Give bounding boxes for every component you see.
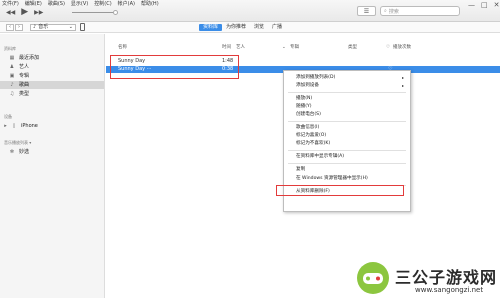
tab-bar: 资料库 为你推荐 浏览 广播: [199, 24, 286, 31]
tab-library[interactable]: 资料库: [199, 24, 223, 31]
music-note-icon: ♪: [10, 82, 14, 88]
disclosure-triangle-icon[interactable]: ▸: [4, 122, 7, 130]
sidebar-item-albums[interactable]: ▣ 专辑: [0, 72, 104, 80]
heart-icon: ♡: [386, 45, 391, 50]
music-note-icon: ♪: [33, 24, 37, 30]
sidebar-item-label: 歌曲: [19, 82, 30, 88]
minimize-button[interactable]: —: [468, 1, 475, 9]
tab-radio[interactable]: 广播: [268, 24, 286, 31]
tab-for-you[interactable]: 为你推荐: [222, 24, 250, 31]
menu-separator: [288, 163, 406, 164]
sidebar-item-label: 最近添加: [19, 55, 40, 61]
sidebar-item-label: 类型: [19, 91, 30, 97]
submenu-arrow-icon: ▸: [401, 75, 404, 80]
menu-account[interactable]: 帐户(A): [118, 1, 135, 8]
submenu-arrow-icon: ▸: [401, 83, 404, 88]
title-bar: 文件(F) 编辑(E) 歌曲(S) 显示(V) 控制(C) 帐户(A) 帮助(H…: [0, 0, 500, 22]
search-field[interactable]: ⌕ 搜索: [380, 6, 460, 16]
menu-item-love[interactable]: 标记为喜爱(O): [284, 132, 410, 139]
menu-item-play[interactable]: 播放(N): [284, 95, 410, 102]
watermark: 三公子游戏网 www.sangongzi.net: [355, 260, 500, 298]
sidebar-item-label: iPhone: [21, 123, 38, 129]
volume-slider[interactable]: [72, 10, 118, 15]
list-icon: ☰: [363, 7, 370, 15]
nav-arrows: ‹ ›: [6, 24, 23, 31]
window-controls: — □ ✕: [468, 1, 500, 9]
menu-item-create-station[interactable]: 创建电台(S): [284, 111, 410, 118]
sort-chevron-icon: ⌄: [282, 45, 286, 50]
sidebar-item-genres[interactable]: ♫ 类型: [0, 90, 104, 98]
menu-item-copy[interactable]: 复制: [284, 166, 410, 173]
play-icon[interactable]: ▶: [21, 7, 28, 17]
playlists-heading[interactable]: 音乐播放列表 ▾: [4, 140, 31, 146]
menu-controls[interactable]: 控制(C): [94, 1, 111, 8]
menu-song[interactable]: 歌曲(S): [48, 1, 65, 8]
sidebar-item-genius[interactable]: ✻ 妙选: [0, 148, 104, 156]
volume-knob[interactable]: [113, 10, 118, 15]
back-button[interactable]: ‹: [6, 24, 14, 31]
list-view-button[interactable]: ☰: [357, 6, 376, 16]
menu-item-add-to-playlist[interactable]: 添加到播放列表(D) ▸: [284, 74, 410, 81]
highlight-box-songs: [110, 55, 239, 79]
iphone-icon: ▯: [12, 123, 16, 129]
previous-icon[interactable]: ◀◀: [6, 9, 15, 16]
column-name[interactable]: 名称: [118, 44, 127, 51]
close-button[interactable]: ✕: [494, 1, 500, 9]
column-genre[interactable]: 类型: [348, 44, 357, 51]
sidebar-item-artists[interactable]: ♟ 艺人: [0, 63, 104, 71]
sidebar-item-iphone[interactable]: ▸ ▯ iPhone: [0, 122, 104, 130]
playback-controls: ◀◀ ▶ ▶▶: [6, 7, 43, 17]
song-list-header: 名称 时间 艺人 ⌄ 专辑 类型 ♡ 播放次数: [106, 44, 500, 51]
navigation-row: ‹ › ♪ 音乐 ⌄ 资料库 为你推荐 浏览 广播: [0, 22, 500, 33]
sidebar-item-recently-added[interactable]: ▦ 最近添加: [0, 54, 104, 62]
menu-item-label: 添加到设备: [296, 83, 319, 88]
menu-help[interactable]: 帮助(H): [141, 1, 159, 8]
sidebar-item-label: 妙选: [19, 149, 30, 155]
sidebar-item-label: 艺人: [19, 64, 30, 70]
menu-item-song-info[interactable]: 歌曲信息(I): [284, 124, 410, 131]
iphone-device-icon[interactable]: [80, 23, 85, 31]
column-time[interactable]: 时间: [222, 44, 231, 51]
genre-icon: ♫: [9, 91, 15, 97]
search-placeholder: 搜索: [388, 8, 399, 15]
watermark-title: 三公子游戏网: [395, 268, 498, 287]
library-selector-label: 音乐: [38, 24, 49, 30]
genius-icon: ✻: [9, 149, 15, 155]
library-selector[interactable]: ♪ 音乐 ⌄: [30, 24, 76, 31]
menu-item-add-to-device[interactable]: 添加到设备 ▸: [284, 82, 410, 89]
sidebar: 资料库 ▦ 最近添加 ♟ 艺人 ▣ 专辑 ♪ 歌曲 ♫ 类型 设备 ▸ ▯ iP…: [0, 34, 105, 298]
menu-item-play-next[interactable]: 随播(Y): [284, 103, 410, 110]
sidebar-item-label: 专辑: [19, 73, 30, 79]
menu-separator: [288, 150, 406, 151]
column-plays[interactable]: 播放次数: [393, 44, 411, 51]
microphone-icon: ♟: [9, 64, 15, 70]
forward-button[interactable]: ›: [15, 24, 23, 31]
menu-item-show-in-explorer[interactable]: 在 Windows 资源管理器中显示(H): [284, 175, 410, 182]
album-icon: ▣: [9, 73, 15, 79]
library-heading: 资料库: [4, 46, 16, 51]
column-album[interactable]: 专辑: [290, 44, 299, 51]
menu-item-dislike[interactable]: 标记为不喜欢(K): [284, 140, 410, 147]
menu-separator: [288, 121, 406, 122]
devices-heading: 设备: [4, 114, 12, 119]
watermark-url: www.sangongzi.net: [415, 286, 484, 294]
tab-browse[interactable]: 浏览: [250, 24, 268, 31]
next-icon[interactable]: ▶▶: [34, 9, 43, 16]
menu-view[interactable]: 显示(V): [71, 1, 88, 8]
menu-item-show-album[interactable]: 在资料库中显示专辑(A): [284, 153, 410, 160]
search-icon: ⌕: [384, 8, 387, 14]
menu-separator: [288, 92, 406, 93]
calendar-icon: ▦: [9, 55, 15, 61]
menu-item-label: 添加到播放列表(D): [296, 75, 336, 80]
column-artist[interactable]: 艺人: [236, 44, 245, 51]
highlight-box-explorer: [276, 185, 404, 196]
maximize-button[interactable]: □: [481, 1, 488, 9]
sidebar-item-songs[interactable]: ♪ 歌曲: [0, 81, 104, 89]
chevron-down-icon: ⌄: [68, 24, 73, 30]
watermark-logo-icon: [357, 262, 389, 294]
